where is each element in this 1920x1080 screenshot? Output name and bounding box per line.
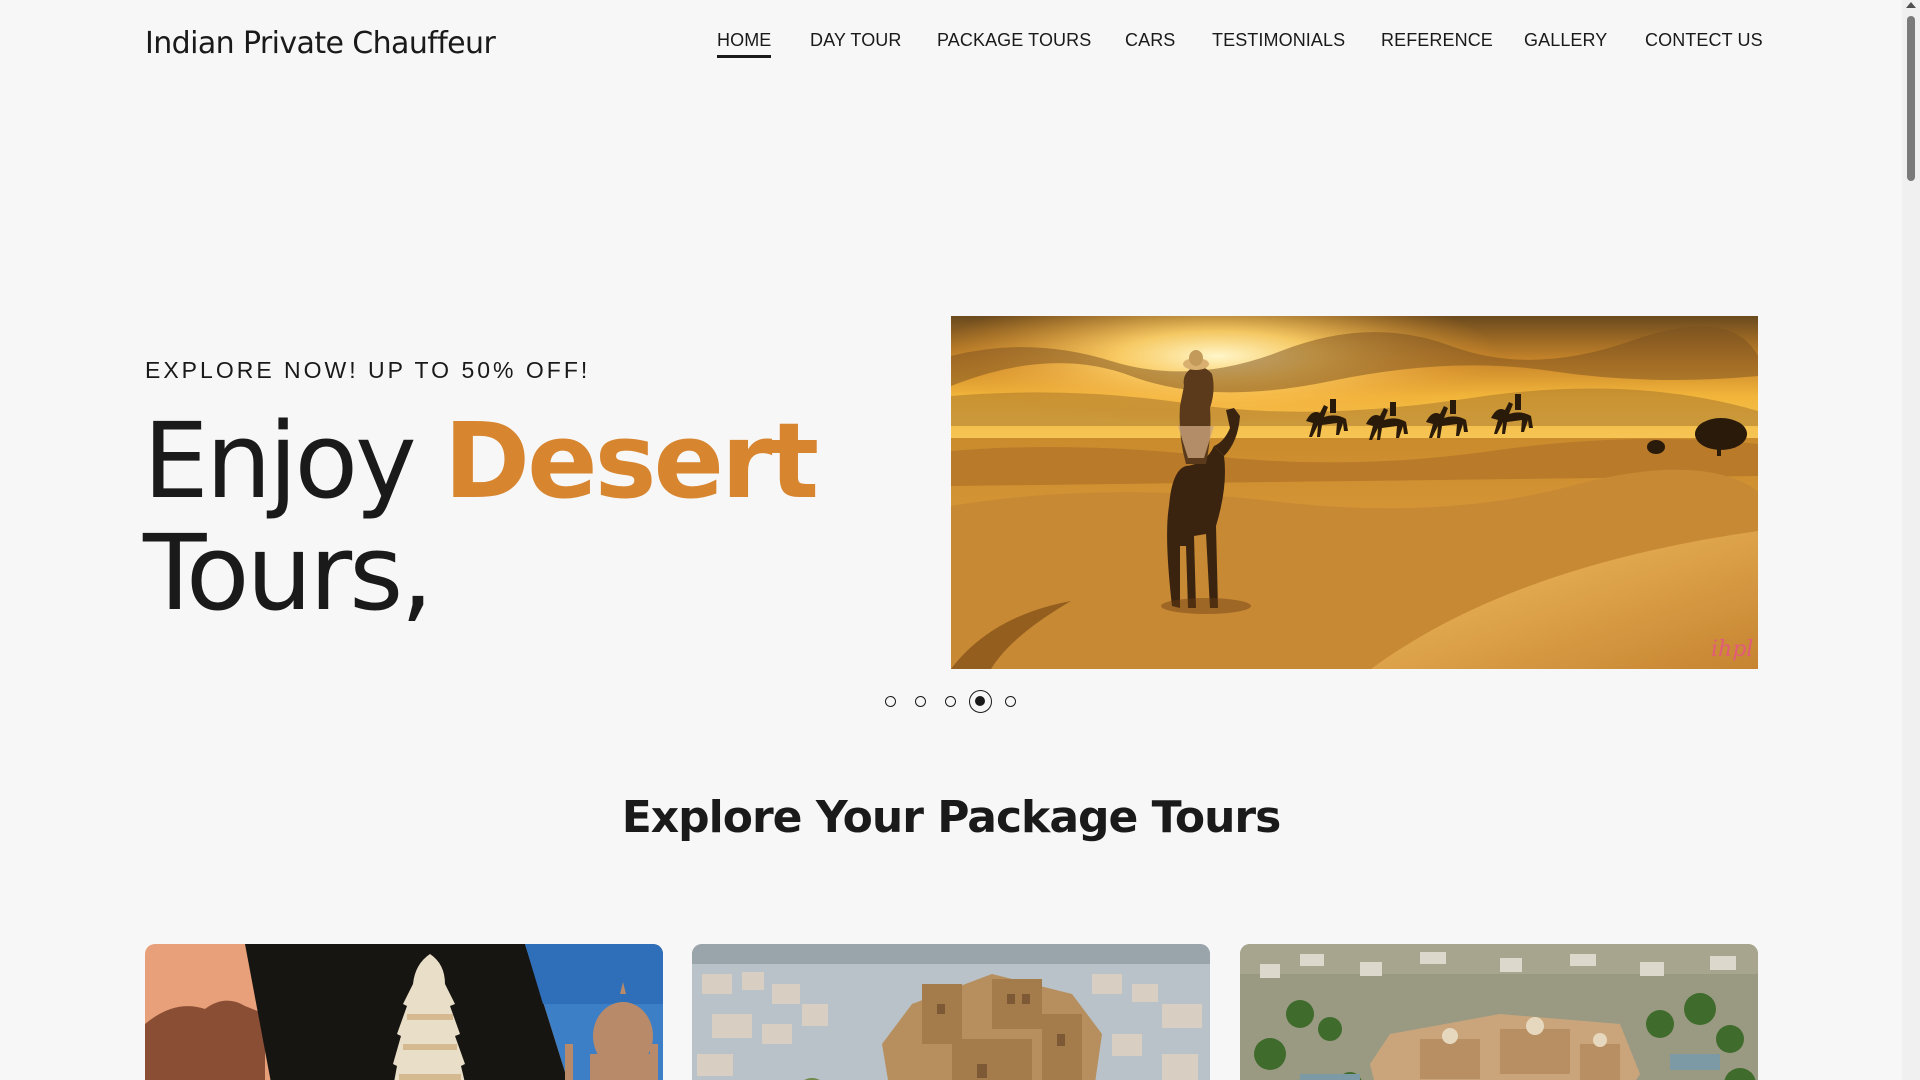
nav-reference[interactable]: REFERENCE [1381, 30, 1493, 51]
nav-contact-us[interactable]: CONTECT US [1645, 30, 1763, 51]
package-card-3-image [1240, 944, 1758, 1080]
package-card-2[interactable] [692, 944, 1210, 1080]
site-header: Indian Private Chauffeur HOME DAY TOUR P… [0, 0, 1902, 92]
vertical-scrollbar[interactable] [1902, 0, 1920, 1080]
carousel-dot-3[interactable] [945, 696, 956, 707]
package-card-1[interactable] [145, 944, 663, 1080]
package-cards [145, 944, 1758, 1080]
nav-cars[interactable]: CARS [1125, 30, 1175, 51]
hero-title-prefix: Enjoy [143, 400, 417, 522]
package-card-2-image [692, 944, 1210, 1080]
image-watermark: ihpl [1711, 637, 1753, 662]
nav-gallery[interactable]: GALLERY [1524, 30, 1607, 51]
hero-title-accent: Desert [443, 400, 819, 522]
carousel-dot-5[interactable] [1005, 696, 1016, 707]
nav-day-tour[interactable]: DAY TOUR [810, 30, 902, 51]
nav-package-tours[interactable]: PACKAGE TOURS [937, 30, 1091, 51]
scroll-thumb[interactable] [1907, 16, 1915, 181]
carousel-dot-2[interactable] [915, 696, 926, 707]
nav-home[interactable]: HOME [717, 30, 772, 58]
nav-testimonials[interactable]: TESTIMONIALS [1212, 30, 1345, 51]
package-card-1-image [145, 944, 663, 1080]
carousel-dots [881, 690, 1021, 713]
hero-slide-image[interactable]: ihpl [951, 316, 1758, 669]
package-card-3[interactable] [1240, 944, 1758, 1080]
hero-title-suffix: Tours, [143, 512, 433, 634]
hero-eyebrow: EXPLORE NOW! UP TO 50% OFF! [145, 357, 591, 383]
scroll-up-arrow-icon[interactable] [1906, 2, 1916, 8]
main-nav: HOME DAY TOUR PACKAGE TOURS CARS TESTIMO… [0, 30, 1902, 60]
package-tours-heading: Explore Your Package Tours [621, 792, 1282, 843]
hero-title: Enjoy Desert Tours, [143, 405, 903, 629]
carousel-dot-4[interactable] [969, 690, 992, 713]
page: Indian Private Chauffeur HOME DAY TOUR P… [0, 0, 1920, 1080]
desert-camel-image: ihpl [951, 316, 1758, 669]
carousel-dot-1[interactable] [885, 696, 896, 707]
